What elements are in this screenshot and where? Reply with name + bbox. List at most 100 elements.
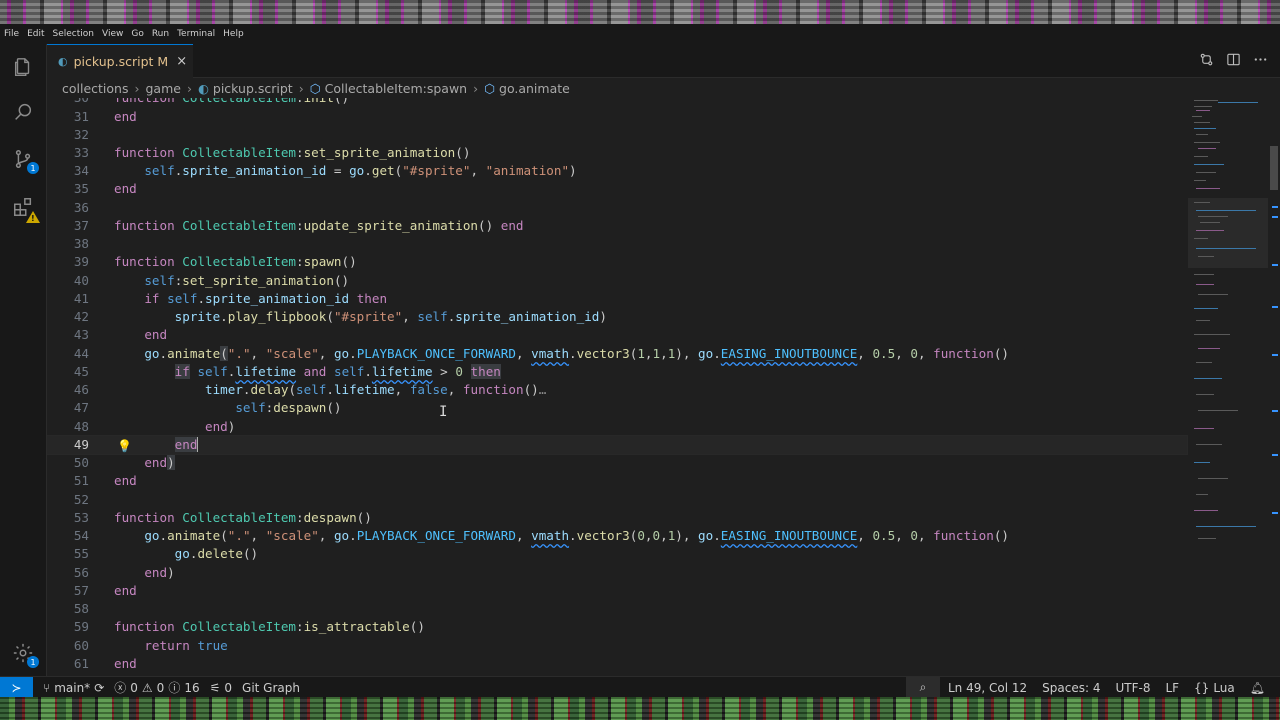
language-mode[interactable]: {} Lua bbox=[1194, 681, 1235, 695]
extensions-warning-icon: ! bbox=[26, 211, 40, 223]
branch-name: main* bbox=[54, 680, 91, 695]
end-of-line[interactable]: LF bbox=[1165, 681, 1179, 695]
problems-indicator[interactable]: ⓧ 0 ⚠ 0 ⓘ 16 bbox=[114, 679, 199, 696]
status-bar: ≻ ⑂ main* ⟳ ⓧ 0 ⚠ 0 ⓘ 16 ⚟ 0 Git Graph ⌕ Ln … bbox=[0, 676, 1280, 698]
code-line: 36 bbox=[73, 200, 89, 215]
code-line: 31 end bbox=[73, 109, 137, 124]
tab-pickup-script[interactable]: ◐ pickup.script M × bbox=[47, 44, 193, 78]
code-line: 45 if self.lifetime and self.lifetime > … bbox=[73, 364, 501, 379]
chevron-right-icon: › bbox=[186, 80, 192, 96]
sync-icon[interactable]: ⟳ bbox=[94, 681, 104, 695]
breadcrumb-spawn[interactable]: CollectableItem:spawn bbox=[325, 81, 467, 96]
tab-close-icon[interactable]: × bbox=[176, 54, 187, 69]
code-line: 52 bbox=[73, 492, 89, 507]
menu-view[interactable]: View bbox=[98, 29, 127, 39]
code-line: 55 go.delete() bbox=[73, 546, 259, 561]
notifications-bell-icon[interactable]: 🔔︎ bbox=[1250, 681, 1265, 695]
error-icon: ⓧ bbox=[114, 681, 127, 695]
indentation[interactable]: Spaces: 4 bbox=[1042, 681, 1100, 695]
extensions-icon[interactable]: ! bbox=[10, 194, 40, 223]
split-editor-icon[interactable] bbox=[1226, 52, 1241, 71]
git-branch-icon: ⑂ bbox=[43, 680, 51, 695]
code-line: 60 return true bbox=[73, 638, 228, 653]
language-label: Lua bbox=[1213, 680, 1235, 695]
editor-actions bbox=[1199, 52, 1268, 71]
current-code-line: 49 💡 end bbox=[47, 435, 1188, 455]
minimap-viewport[interactable] bbox=[1188, 198, 1268, 268]
warning-icon: ⚠ bbox=[141, 680, 153, 695]
text-cursor bbox=[197, 437, 199, 452]
scroll-marker bbox=[1272, 354, 1278, 356]
vertical-scrollbar[interactable] bbox=[1268, 98, 1280, 676]
status-bar-right: ⌕ Ln 49, Col 12 Spaces: 4 UTF-8 LF {} Lua… bbox=[906, 677, 1280, 698]
more-actions-icon[interactable] bbox=[1253, 52, 1268, 71]
code-line: 41 if self.sprite_animation_id then bbox=[73, 291, 388, 306]
remote-indicator-icon[interactable]: ≻ bbox=[0, 677, 33, 698]
breadcrumb: collections › game › ◐ pickup.script › ⬡… bbox=[47, 78, 1280, 98]
scrollbar-thumb[interactable] bbox=[1270, 146, 1278, 190]
code-line: 53 function CollectableItem:despawn() bbox=[73, 510, 372, 525]
minimap[interactable] bbox=[1188, 98, 1268, 676]
background-strip-bottom bbox=[0, 697, 1280, 720]
scroll-marker bbox=[1272, 264, 1278, 266]
code-line: 59 function CollectableItem:is_attractabl… bbox=[73, 619, 425, 634]
git-graph-button[interactable]: Git Graph bbox=[242, 681, 300, 695]
method-icon: ⬡ bbox=[484, 80, 496, 96]
search-icon[interactable] bbox=[10, 99, 36, 125]
breadcrumb-game[interactable]: game bbox=[146, 81, 181, 96]
menu-selection[interactable]: Selection bbox=[49, 29, 98, 39]
code-line: 40 self:set_sprite_animation() bbox=[73, 273, 350, 288]
menu-edit[interactable]: Edit bbox=[23, 29, 48, 39]
breadcrumb-file[interactable]: pickup.script bbox=[213, 81, 293, 96]
code-line: 38 bbox=[73, 236, 89, 251]
code-line: 37 function CollectableItem:update_sprite… bbox=[73, 218, 524, 233]
braces-icon: {} bbox=[1194, 680, 1210, 695]
ports-icon: ⚟ bbox=[209, 680, 221, 695]
explorer-icon[interactable] bbox=[10, 54, 36, 80]
code-line: 30function CollectableItem:init() bbox=[47, 98, 1187, 107]
code-line: 42 sprite.play_flipbook("#sprite", self.… bbox=[73, 309, 607, 324]
code-line: 33 function CollectableItem:set_sprite_an… bbox=[73, 145, 471, 160]
menu-terminal[interactable]: Terminal bbox=[173, 29, 219, 39]
encoding[interactable]: UTF-8 bbox=[1115, 681, 1150, 695]
source-control-icon[interactable]: 1 bbox=[10, 146, 39, 174]
settings-gear-icon[interactable]: 1 bbox=[10, 640, 39, 668]
background-strip-top bbox=[0, 0, 1280, 24]
scroll-marker bbox=[1272, 306, 1278, 308]
scroll-marker bbox=[1272, 454, 1278, 456]
code-line: 43 end bbox=[73, 327, 168, 342]
settings-badge: 1 bbox=[27, 656, 39, 668]
code-editor[interactable]: 30function CollectableItem:init() 31end … bbox=[47, 98, 1280, 676]
open-changes-icon[interactable] bbox=[1199, 52, 1214, 71]
activity-bar: 1 ! 1 bbox=[0, 44, 47, 678]
chevron-right-icon: › bbox=[134, 80, 140, 96]
code-line: 51 end bbox=[73, 473, 137, 488]
code-line: 54 go.animate(".", "scale", go.PLAYBACK_… bbox=[73, 528, 1009, 543]
scroll-marker bbox=[1272, 410, 1278, 412]
menu-go[interactable]: Go bbox=[127, 29, 147, 39]
breadcrumb-collections[interactable]: collections bbox=[62, 81, 129, 96]
zoom-icon[interactable]: ⌕ bbox=[906, 677, 940, 698]
ports-indicator[interactable]: ⚟ 0 bbox=[210, 681, 232, 695]
menu-help[interactable]: Help bbox=[219, 29, 248, 39]
code-line: 35 end bbox=[73, 181, 137, 196]
git-branch[interactable]: ⑂ main* ⟳ bbox=[43, 681, 104, 695]
lua-file-icon: ◐ bbox=[58, 55, 68, 68]
breadcrumb-go-animate[interactable]: go.animate bbox=[499, 81, 570, 96]
error-count: 0 bbox=[130, 680, 138, 695]
menu-file[interactable]: File bbox=[0, 29, 23, 39]
chevron-right-icon: › bbox=[473, 80, 479, 96]
code-line: 46 timer.delay(self.lifetime, false, fun… bbox=[73, 382, 547, 397]
method-icon: ⬡ bbox=[309, 80, 321, 96]
tab-filename: pickup.script bbox=[73, 54, 154, 69]
code-line: 50 end) bbox=[73, 455, 175, 470]
cursor-position[interactable]: Ln 49, Col 12 bbox=[948, 681, 1027, 695]
scroll-marker bbox=[1272, 512, 1278, 514]
chevron-right-icon: › bbox=[298, 80, 304, 96]
tab-bar: ◐ pickup.script M × bbox=[47, 44, 1280, 78]
code-line: 32 bbox=[73, 127, 89, 142]
code-line: 44 go.animate(".", "scale", go.PLAYBACK_… bbox=[73, 346, 1009, 361]
code-line: 39 function CollectableItem:spawn() bbox=[73, 254, 357, 269]
menu-run[interactable]: Run bbox=[148, 29, 173, 39]
code-line: 34 self.sprite_animation_id = go.get("#s… bbox=[73, 163, 577, 178]
